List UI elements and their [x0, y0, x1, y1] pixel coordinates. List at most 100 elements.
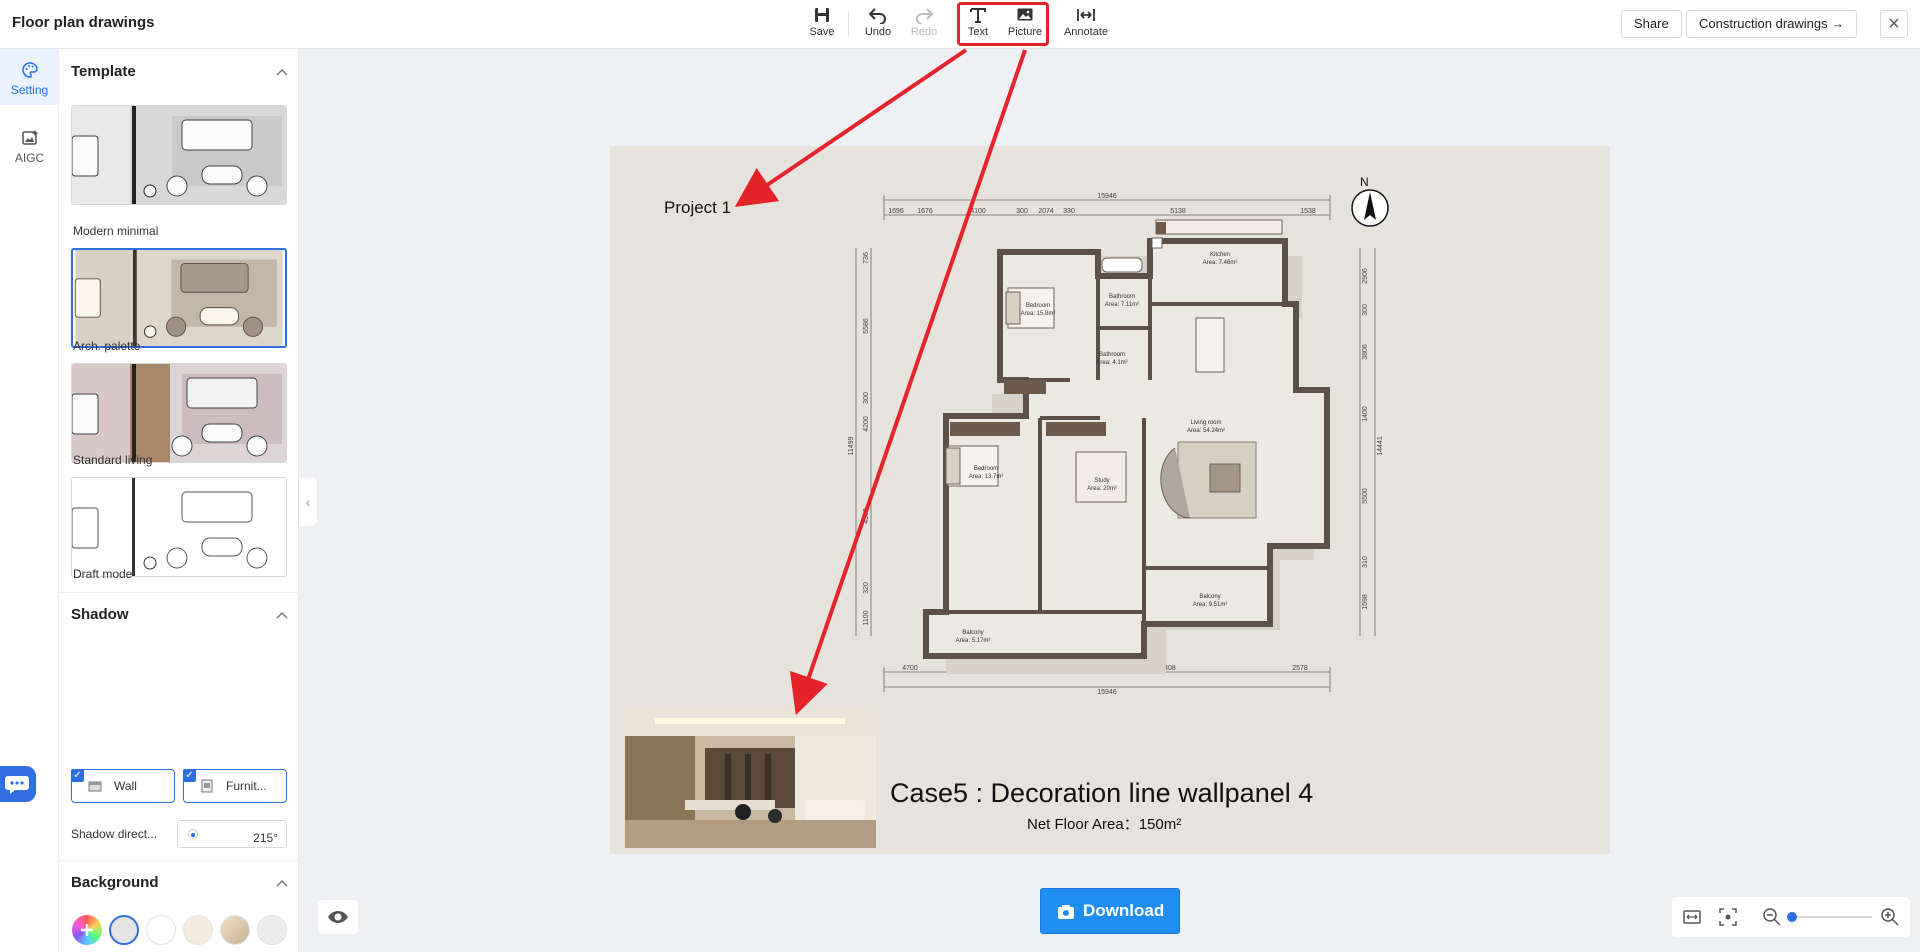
chat-icon: [5, 776, 29, 794]
dim-label: 330: [1063, 208, 1075, 215]
dim-label: 14441: [1377, 436, 1384, 456]
room-area: Area: 20m²: [1087, 486, 1117, 492]
shadow-section-title: Shadow: [71, 606, 129, 623]
shadow-furniture-label: Furnit...: [226, 779, 267, 793]
template-preview-image: [72, 106, 286, 204]
room-name: Balcony: [962, 630, 983, 636]
dim-label: 1100: [863, 610, 870, 625]
fit-width-icon[interactable]: [1682, 907, 1702, 927]
floor-plan-drawing[interactable]: 15946 1696 1676 4100 300 2074 330 5138 1…: [830, 186, 1410, 716]
checkbox-checked-icon: ✓: [183, 769, 196, 782]
image-spark-icon: [21, 130, 38, 145]
template-card-modern-minimal[interactable]: [71, 105, 287, 205]
rail-item-setting[interactable]: Setting: [0, 49, 59, 105]
shadow-wall-label: Wall: [114, 779, 137, 793]
shadow-wall-toggle[interactable]: ✓ Wall: [71, 769, 175, 803]
background-swatch[interactable]: [183, 915, 213, 945]
dim-label: 5500: [1362, 488, 1369, 504]
template-section-title: Template: [71, 63, 136, 80]
section-divider: [59, 860, 299, 861]
case-title-text[interactable]: Case5 : Decoration line wallpanel 4: [890, 778, 1313, 809]
project-title-text[interactable]: Project 1: [664, 198, 731, 218]
room-name: Bedroom: [1026, 303, 1050, 309]
dim-label: 320: [863, 582, 870, 594]
download-image-icon: [1058, 905, 1074, 919]
room-area: Area: 5.17m²: [956, 638, 991, 644]
artboard[interactable]: Project 1 N 15946 1696 1676 4100 300 207…: [610, 146, 1610, 854]
background-swatch-custom[interactable]: [72, 915, 102, 945]
shadow-furniture-toggle[interactable]: ✓ Furnit...: [183, 769, 287, 803]
collapse-panel-handle[interactable]: ‹: [299, 478, 317, 526]
background-swatch[interactable]: [257, 915, 287, 945]
room-area: Area: 4.1m²: [1096, 360, 1127, 366]
annotate-label: Annotate: [1063, 26, 1109, 38]
dim-label: 15946: [1097, 193, 1117, 200]
net-floor-area-text[interactable]: Net Floor Area：150m²: [1027, 813, 1181, 834]
dim-label: 5586: [863, 318, 870, 334]
template-label: Draft mode: [73, 567, 133, 581]
undo-button[interactable]: Undo: [854, 6, 902, 44]
room-name: Bathroom: [1099, 352, 1125, 358]
dim-label: 2578: [1292, 665, 1308, 672]
section-divider: [59, 592, 299, 593]
dim-label: 1538: [1300, 208, 1316, 215]
chevron-up-icon[interactable]: [275, 66, 289, 80]
background-swatch[interactable]: [146, 915, 176, 945]
rail-label-setting: Setting: [10, 83, 49, 97]
annotation-highlight-box: [957, 2, 1049, 46]
chevron-up-icon[interactable]: [275, 877, 289, 891]
share-button[interactable]: Share: [1621, 10, 1682, 38]
shadow-direction-input[interactable]: 215°: [177, 820, 287, 848]
room-area: Area: 7.46m²: [1203, 260, 1238, 266]
construction-drawings-button[interactable]: Construction drawings →: [1686, 10, 1858, 38]
dim-label: 4100: [970, 208, 986, 215]
save-button[interactable]: Save: [798, 6, 846, 44]
dim-label: 300: [1362, 304, 1369, 316]
template-label: Modern minimal: [73, 224, 159, 238]
download-label: Download: [1083, 901, 1165, 920]
template-card-standard-living[interactable]: [71, 363, 287, 463]
redo-icon: [916, 8, 934, 24]
background-swatch[interactable]: [220, 915, 250, 945]
redo-button[interactable]: Redo: [900, 6, 948, 44]
annotate-tool-button[interactable]: Annotate: [1061, 6, 1111, 44]
interior-photo-thumbnail[interactable]: [625, 708, 876, 848]
dim-label: 5138: [1170, 208, 1186, 215]
dim-label: 310: [1362, 556, 1369, 568]
zoom-out-icon[interactable]: [1762, 907, 1782, 927]
rail-item-aigc[interactable]: AIGC: [0, 117, 59, 173]
undo-icon: [868, 8, 886, 24]
zoom-in-icon[interactable]: [1880, 907, 1900, 927]
template-preview-image: [74, 250, 283, 346]
background-swatch[interactable]: [109, 915, 139, 945]
zoom-slider-handle[interactable]: [1787, 912, 1798, 922]
room-area: Area: 7.11m²: [1105, 302, 1139, 308]
palette-icon: [21, 62, 38, 78]
direction-dial-icon[interactable]: [188, 829, 198, 839]
room-name: Study: [1094, 478, 1109, 484]
annotate-icon: [1077, 9, 1095, 21]
checkbox-checked-icon: ✓: [71, 769, 84, 782]
room-name: Living room: [1190, 420, 1221, 426]
template-preview-image: [72, 478, 286, 576]
chevron-up-icon[interactable]: [275, 609, 289, 623]
dim-label: 11499: [848, 436, 855, 455]
plus-icon: [81, 924, 93, 936]
dim-label: 2074: [1038, 208, 1054, 215]
room-area: Area: 13.7m²: [969, 474, 1004, 480]
save-label: Save: [809, 26, 835, 38]
preview-toggle-button[interactable]: [318, 900, 358, 934]
chat-support-button[interactable]: [0, 766, 36, 802]
redo-label: Redo: [910, 26, 938, 38]
dim-label: 4300: [863, 508, 870, 524]
fit-screen-icon[interactable]: [1718, 907, 1738, 927]
template-card-arch-palette[interactable]: [71, 248, 287, 348]
template-card-draft-mode[interactable]: [71, 477, 287, 577]
dim-label: 4700: [902, 665, 918, 672]
download-button[interactable]: Download: [1040, 888, 1180, 934]
undo-label: Undo: [864, 26, 892, 38]
room-name: Bathroom: [1109, 294, 1135, 300]
top-bar: Floor plan drawings Save Undo Redo Text …: [0, 0, 1920, 49]
zoom-slider-track[interactable]: [1788, 916, 1872, 918]
close-icon[interactable]: ×: [1880, 10, 1908, 38]
